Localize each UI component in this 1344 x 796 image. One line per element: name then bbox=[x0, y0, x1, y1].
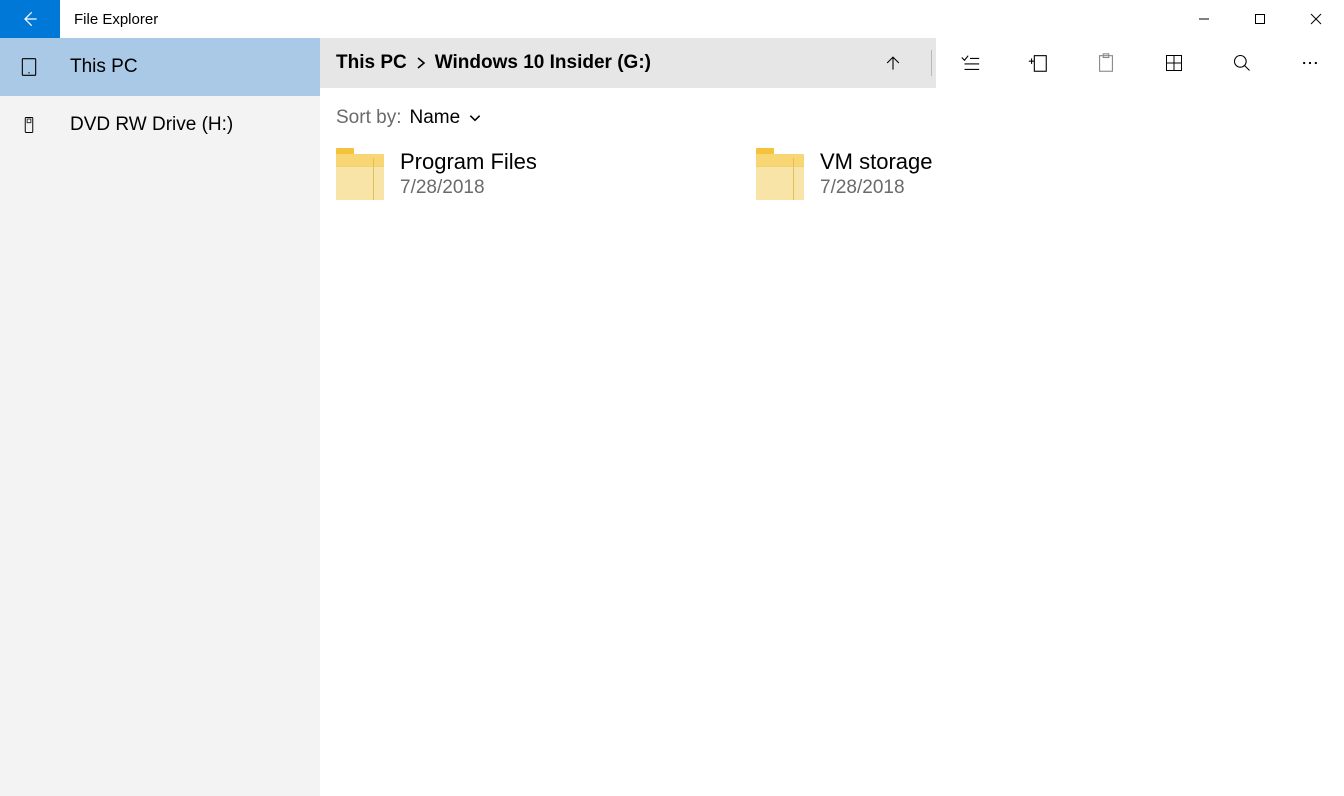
new-item-icon bbox=[1027, 52, 1049, 74]
minimize-icon bbox=[1198, 13, 1210, 25]
breadcrumb-part[interactable]: This PC bbox=[336, 52, 407, 74]
item-date: 7/28/2018 bbox=[820, 177, 933, 199]
content-area: Program Files 7/28/2018 VM storage 7/28/… bbox=[320, 148, 1344, 796]
close-icon bbox=[1310, 13, 1322, 25]
sort-bar[interactable]: Sort by: Name bbox=[320, 88, 1344, 148]
new-item-button[interactable] bbox=[1004, 38, 1072, 88]
sidebar-item-label: DVD RW Drive (H:) bbox=[70, 114, 233, 136]
breadcrumb[interactable]: This PC Windows 10 Insider (G:) bbox=[320, 52, 651, 74]
maximize-icon bbox=[1254, 13, 1266, 25]
sort-label: Sort by: bbox=[336, 107, 401, 129]
sort-value: Name bbox=[409, 107, 460, 129]
arrow-left-icon bbox=[20, 9, 40, 29]
minimize-button[interactable] bbox=[1176, 0, 1232, 38]
sidebar-item-this-pc[interactable]: This PC bbox=[0, 38, 320, 96]
chevron-down-icon bbox=[468, 111, 482, 125]
arrow-up-icon bbox=[883, 53, 903, 73]
list-select-icon bbox=[959, 52, 981, 74]
clipboard-icon bbox=[1095, 52, 1117, 74]
chevron-right-icon bbox=[415, 57, 427, 69]
grid-icon bbox=[1164, 53, 1184, 73]
window-controls bbox=[1176, 0, 1344, 38]
titlebar: File Explorer bbox=[0, 0, 1344, 38]
search-button[interactable] bbox=[1208, 38, 1276, 88]
select-button[interactable] bbox=[936, 38, 1004, 88]
folder-icon bbox=[336, 148, 384, 200]
more-button[interactable] bbox=[1276, 38, 1344, 88]
main-area: This PC Windows 10 Insider (G:) bbox=[320, 38, 1344, 796]
toolbar: This PC Windows 10 Insider (G:) bbox=[320, 38, 1344, 88]
drive-icon bbox=[18, 114, 40, 136]
folder-icon bbox=[756, 148, 804, 200]
breadcrumb-part[interactable]: Windows 10 Insider (G:) bbox=[435, 52, 651, 74]
back-button[interactable] bbox=[0, 0, 60, 38]
item-name: Program Files bbox=[400, 148, 537, 177]
up-button[interactable] bbox=[859, 38, 927, 88]
item-name: VM storage bbox=[820, 148, 933, 177]
tablet-icon bbox=[18, 56, 40, 78]
paste-button[interactable] bbox=[1072, 38, 1140, 88]
close-button[interactable] bbox=[1288, 0, 1344, 38]
view-button[interactable] bbox=[1140, 38, 1208, 88]
toolbar-divider bbox=[931, 50, 932, 76]
sidebar: This PC DVD RW Drive (H:) bbox=[0, 38, 320, 796]
sidebar-item-dvd-drive[interactable]: DVD RW Drive (H:) bbox=[0, 96, 320, 154]
folder-item[interactable]: Program Files 7/28/2018 bbox=[336, 148, 696, 200]
sidebar-item-label: This PC bbox=[70, 56, 138, 78]
search-icon bbox=[1232, 53, 1252, 73]
item-date: 7/28/2018 bbox=[400, 177, 537, 199]
folder-item[interactable]: VM storage 7/28/2018 bbox=[756, 148, 1116, 200]
window-title: File Explorer bbox=[60, 0, 1176, 38]
more-icon bbox=[1300, 53, 1320, 73]
maximize-button[interactable] bbox=[1232, 0, 1288, 38]
